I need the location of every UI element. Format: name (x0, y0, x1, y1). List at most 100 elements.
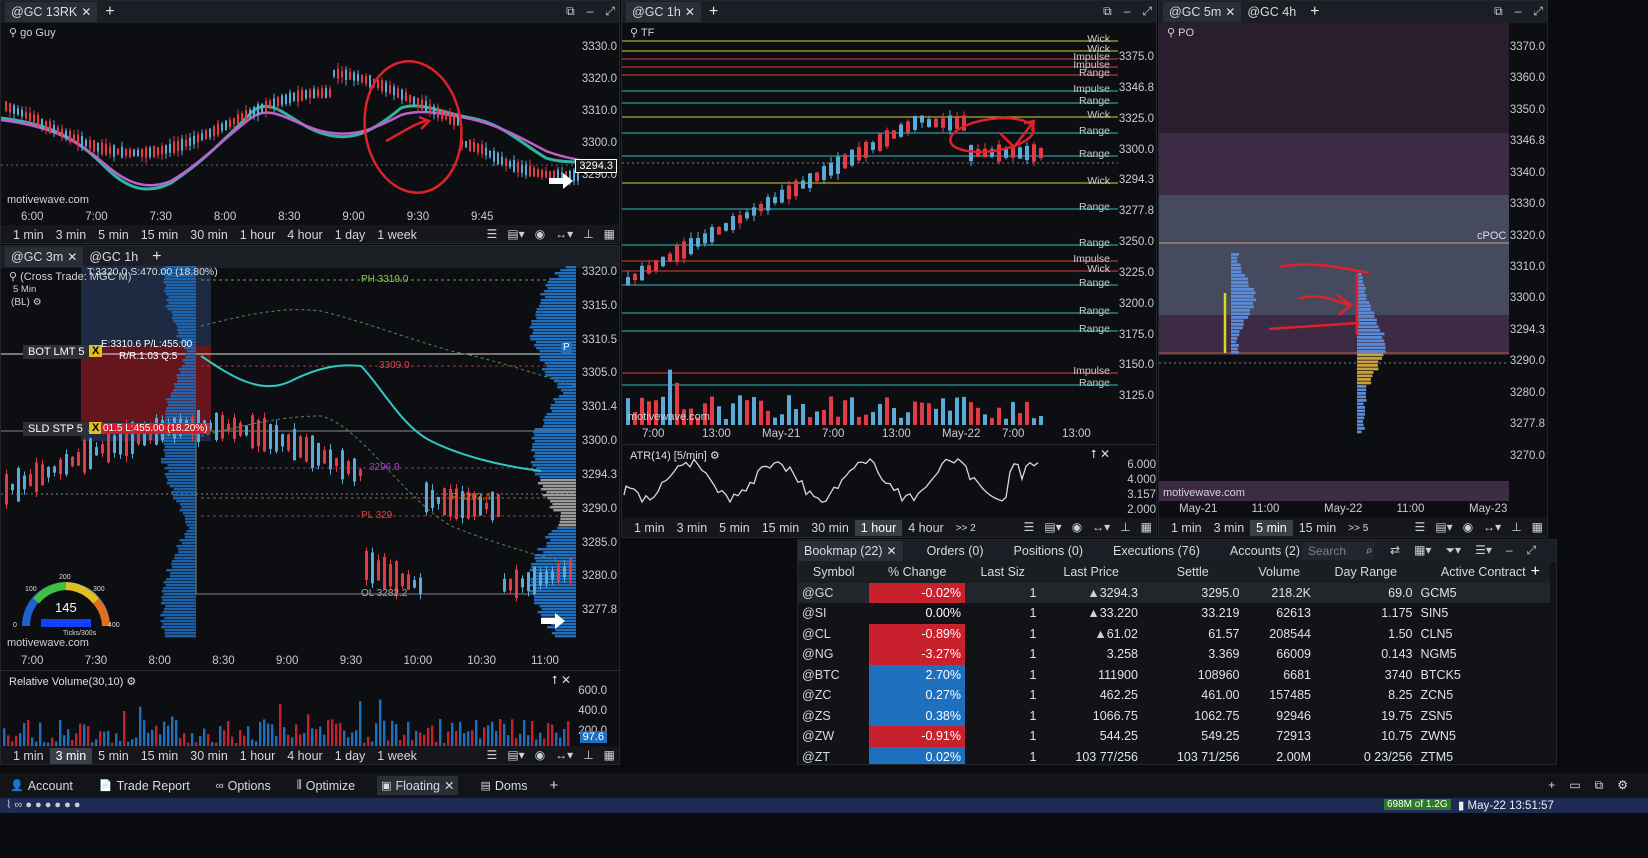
maximize-icon[interactable]: ⤢ (1527, 543, 1537, 558)
timeframe-5-min[interactable]: 5 min (92, 748, 135, 764)
timeframe-4-hour[interactable]: 4 hour (281, 227, 328, 243)
detach-icon[interactable]: ⧉ (566, 4, 575, 19)
bookmap-tab-0[interactable]: Bookmap (22) ✕ (798, 541, 903, 561)
gear-icon[interactable]: ⚙ (1617, 778, 1628, 793)
timeframe-3-min[interactable]: 3 min (671, 520, 714, 536)
timeframe-30-min[interactable]: 30 min (184, 227, 234, 243)
bookmap-tab-2[interactable]: Positions (0) (1008, 541, 1089, 561)
tab-gc-13rk[interactable]: @GC 13RK ✕ (5, 2, 98, 22)
grid-icon[interactable]: ▦▾ (1414, 543, 1431, 558)
timeframe-4-hour[interactable]: 4 hour (281, 748, 328, 764)
window-icon[interactable]: ▭ (1569, 778, 1580, 793)
autoscale-icon[interactable]: ⊥ (583, 227, 593, 241)
detach-icon[interactable]: ⧉ (1494, 4, 1503, 19)
bottom-tab-doms[interactable]: ▤ Doms (476, 777, 531, 795)
timeframe-15-min[interactable]: 15 min (756, 520, 806, 536)
column-header[interactable]: Day Range (1315, 562, 1417, 583)
bottom-tab-trade-report[interactable]: 📄 Trade Report (95, 777, 194, 795)
detach-icon[interactable]: ⧉ (1103, 4, 1112, 19)
layers-icon[interactable]: ▤▾ (1435, 520, 1452, 534)
timeframe-5-min[interactable]: 5 min (1250, 520, 1293, 536)
table-row[interactable]: @SI 0.00% 1 ▲33.220 33.219 62613 1.175 SIN5 (798, 603, 1550, 624)
add-tab-icon[interactable]: + (701, 3, 726, 21)
timeframe-1-min[interactable]: 1 min (7, 227, 50, 243)
timeframe-1-min[interactable]: 1 min (1165, 520, 1208, 536)
price-chart[interactable] (1, 23, 583, 209)
timeframe-15-min[interactable]: 15 min (135, 227, 185, 243)
calendar-icon[interactable]: ▦ (1532, 520, 1543, 534)
table-settings-icon[interactable]: ⇄ (1390, 543, 1400, 558)
price-chart[interactable] (1159, 23, 1509, 501)
add-tab-icon[interactable]: + (550, 777, 559, 794)
table-row[interactable]: @ZC 0.27% 1 462.25 461.00 157485 8.25 ZCN5 (798, 685, 1550, 706)
list-icon[interactable]: ☰ (1415, 520, 1426, 534)
add-tab-icon[interactable]: + (144, 248, 169, 266)
table-row[interactable]: @GC -0.02% 1 ▲3294.3 3295.0 218.2K 69.0 GCM5 (798, 582, 1550, 603)
timeframe-15-min[interactable]: 15 min (135, 748, 185, 764)
timeframe-1-week[interactable]: 1 week (371, 227, 423, 243)
close-icon[interactable]: ✕ (81, 5, 91, 19)
eye-icon[interactable]: ◉ (1463, 520, 1473, 534)
eye-icon[interactable]: ◉ (1072, 520, 1082, 534)
close-icon[interactable]: ✕ (444, 778, 454, 793)
timeframe-3-min[interactable]: 3 min (49, 748, 93, 764)
tab-gc-3m[interactable]: @GC 3m ✕ (5, 247, 84, 267)
close-icon[interactable]: ✕ (67, 250, 77, 264)
column-header[interactable]: Symbol (798, 562, 870, 583)
bottom-tab-optimize[interactable]: ⫼ Optimize (293, 777, 359, 795)
maximize-icon[interactable]: ⤢ (1533, 4, 1543, 19)
table-row[interactable]: @BTC 2.70% 1 111900 108960 6681 3740 BTCK5 (798, 664, 1550, 685)
table-row[interactable]: @ZS 0.38% 1 1066.75 1062.75 92946 19.75 ZSN5 (798, 705, 1550, 726)
table-row[interactable]: @ZT 0.02% 1 103 77/256 103 71/256 2.00M 0 23/2… (798, 746, 1550, 764)
bookmap-tab-3[interactable]: Executions (76) (1107, 541, 1206, 561)
list-icon[interactable]: ☰ (487, 227, 498, 241)
minimize-icon[interactable]: – (1506, 543, 1513, 558)
minimize-icon[interactable]: – (1124, 4, 1131, 19)
autoscale-icon[interactable]: ⊥ (1511, 520, 1521, 534)
gear-icon[interactable]: ⚙ (33, 297, 42, 308)
layers-icon[interactable]: ▤▾ (507, 748, 524, 762)
column-header[interactable]: Last Siz (964, 562, 1041, 583)
close-icon[interactable]: ✕ (1225, 5, 1235, 19)
bottom-tab-options[interactable]: ∞ Options (212, 777, 275, 795)
more-timeframes[interactable]: >> 5 (1342, 522, 1374, 535)
filter-icon[interactable]: ⏷▾ (1445, 543, 1461, 558)
bottom-tab-account[interactable]: 👤 Account (6, 777, 77, 795)
autoscale-icon[interactable]: ⊥ (583, 748, 593, 762)
table-row[interactable]: @CL -0.89% 1 ▲61.02 61.57 208544 1.50 CLN5 (798, 623, 1550, 644)
table-row[interactable]: @NG -3.27% 1 3.258 3.369 66009 0.143 NGM5 (798, 644, 1550, 665)
bookmap-tab-1[interactable]: Orders (0) (921, 541, 990, 561)
timeframe-30-min[interactable]: 30 min (184, 748, 234, 764)
minimize-icon[interactable]: – (587, 4, 594, 19)
bookmap-tab-4[interactable]: Accounts (2) (1224, 541, 1306, 561)
autoscale-icon[interactable]: ⊥ (1120, 520, 1130, 534)
tab-gc-1h[interactable]: @GC 1h ✕ (626, 2, 701, 22)
timeframe-30-min[interactable]: 30 min (805, 520, 855, 536)
table-row[interactable]: @ZW -0.91% 1 544.25 549.25 72913 10.75 ZWN5 (798, 726, 1550, 747)
timeframe-5-min[interactable]: 5 min (713, 520, 756, 536)
more-timeframes[interactable]: >> 2 (950, 522, 982, 535)
memory-indicator[interactable]: 698M of 1.2G (1384, 799, 1451, 810)
add-tab-icon[interactable]: + (97, 3, 122, 21)
tab-gc-4h[interactable]: @GC 4h (1241, 2, 1302, 22)
resize-icon[interactable]: ↔▾ (1092, 520, 1110, 534)
timeframe-1-hour[interactable]: 1 hour (234, 227, 281, 243)
timeframe-1-day[interactable]: 1 day (329, 748, 372, 764)
list-icon[interactable]: ☰ (487, 748, 498, 762)
close-icon[interactable]: ✕ (887, 544, 897, 558)
list-icon[interactable]: ☰ (1024, 520, 1035, 534)
timeframe-5-min[interactable]: 5 min (92, 227, 135, 243)
calendar-icon[interactable]: ▦ (1141, 520, 1152, 534)
timeframe-1-week[interactable]: 1 week (371, 748, 423, 764)
sld-order-label[interactable]: SLD STP 5 (23, 422, 88, 436)
maximize-icon[interactable]: ⤢ (605, 4, 615, 19)
tab-gc-1h[interactable]: @GC 1h (83, 247, 144, 267)
price-chart[interactable] (622, 23, 1118, 425)
menu-icon[interactable]: ☰▾ (1475, 543, 1492, 558)
timeframe-15-min[interactable]: 15 min (1293, 520, 1343, 536)
eye-icon[interactable]: ◉ (535, 748, 545, 762)
timeframe-4-hour[interactable]: 4 hour (902, 520, 949, 536)
resize-icon[interactable]: ↔▾ (555, 227, 573, 241)
calendar-icon[interactable]: ▦ (604, 227, 615, 241)
add-row-icon[interactable]: + (1531, 563, 1540, 581)
